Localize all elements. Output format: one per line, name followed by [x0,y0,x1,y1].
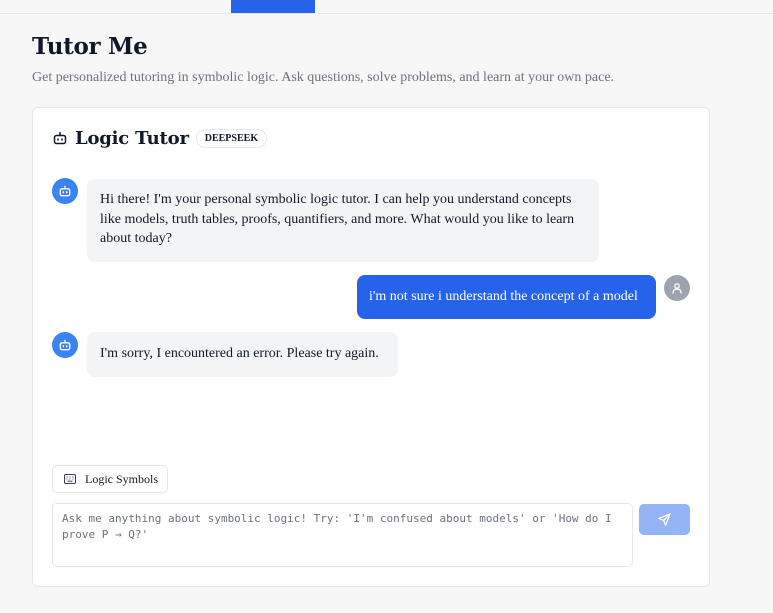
user-avatar [664,275,690,301]
chat-title: Logic Tutor [75,127,189,149]
active-nav-tab-indicator[interactable] [231,0,315,13]
send-icon [658,513,671,526]
bot-icon [53,131,67,145]
chat-header: Logic Tutor DEEPSEEK [53,127,268,149]
bot-icon [59,339,71,351]
send-button[interactable] [639,504,690,535]
bot-message: Hi there! I'm your personal symbolic log… [87,179,599,262]
page-subtitle: Get personalized tutoring in symbolic lo… [32,70,615,85]
model-badge: DEEPSEEK [195,128,268,148]
logic-symbols-button[interactable]: Logic Symbols [52,465,168,493]
logic-symbols-label: Logic Symbols [85,471,159,486]
chat-input[interactable] [52,503,633,567]
keyboard-icon [64,474,76,484]
bot-avatar [52,178,78,204]
bot-icon [59,185,71,197]
bot-message: I'm sorry, I encountered an error. Pleas… [87,332,398,377]
top-nav-bar [0,0,773,14]
bot-avatar [52,332,78,358]
chat-card: Logic Tutor DEEPSEEK Hi there! I'm your … [32,107,710,587]
user-message: i'm not sure i understand the concept of… [357,275,656,319]
page-title: Tutor Me [32,33,148,60]
user-icon [671,282,683,294]
